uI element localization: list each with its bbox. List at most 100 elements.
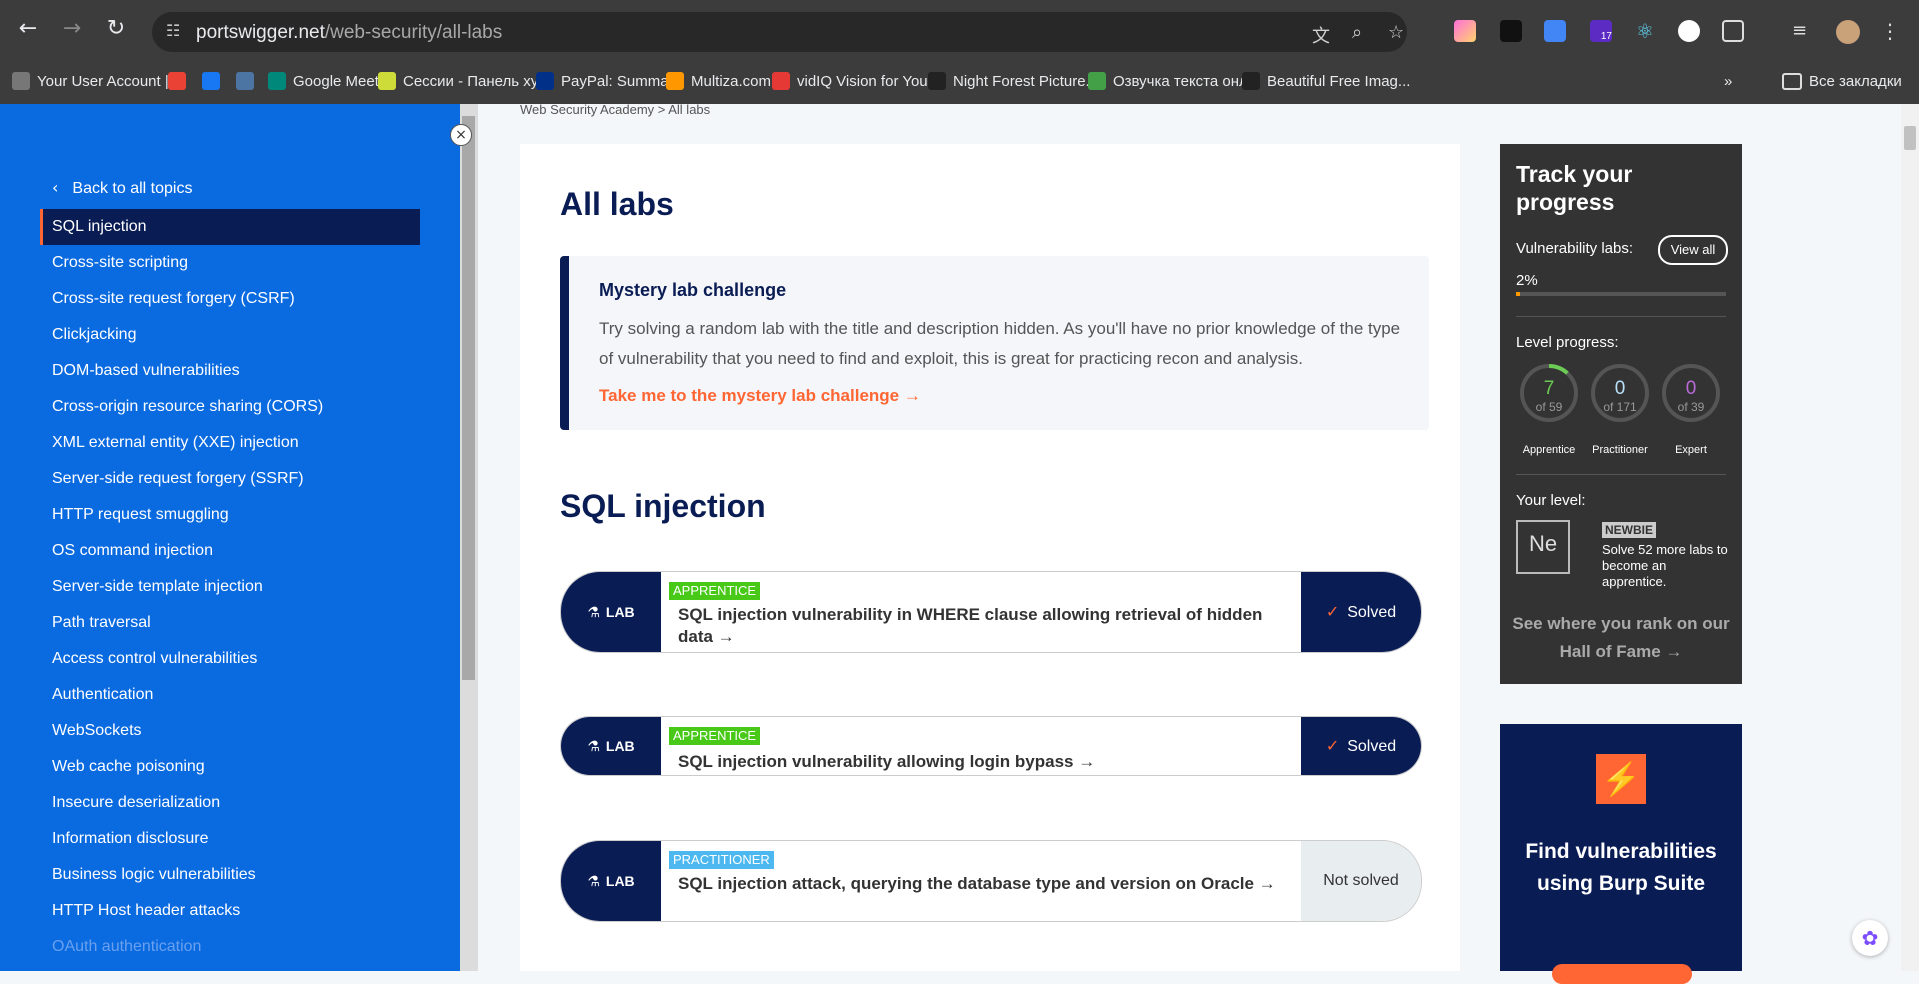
sidebar-topic-item[interactable]: Information disclosure <box>40 821 420 857</box>
close-sidebar-icon[interactable]: × <box>450 124 472 146</box>
sidebar-scrollbar-thumb[interactable] <box>462 116 475 680</box>
lab-tag-label: LAB <box>605 604 635 620</box>
back-icon[interactable]: ← <box>14 15 42 43</box>
lab-tag-label: LAB <box>605 873 635 889</box>
mystery-title: Mystery lab challenge <box>599 280 787 300</box>
level-done-count: 7 <box>1543 378 1555 399</box>
lab-row[interactable]: ⚗ LAB APPRENTICE SQL injection vulnerabilit… <box>560 571 1422 653</box>
bookmark-item[interactable]: PayPal: Summary <box>536 70 681 94</box>
level-name: Apprentice <box>1522 444 1576 456</box>
bookmark-star-icon[interactable]: ☆ <box>1388 22 1404 43</box>
bookmark-label: Google Meet <box>293 73 379 90</box>
lab-status: ✓ Solved <box>1301 717 1421 775</box>
bookmark-item[interactable]: Озвучка текста онл... <box>1088 70 1260 94</box>
sidebar-topic-item[interactable]: Cross-site request forgery (CSRF) <box>40 281 420 317</box>
flask-icon: ⚗ <box>587 605 600 621</box>
sidebar-topic-item[interactable]: Business logic vulnerabilities <box>40 857 420 893</box>
sidebar-topic-item[interactable]: Web cache poisoning <box>40 749 420 785</box>
page-scrollbar[interactable] <box>1901 104 1919 971</box>
google-translate-icon[interactable] <box>1544 20 1566 42</box>
bookmark-icon-only[interactable] <box>236 70 261 94</box>
bookmark-label: PayPal: Summary <box>561 73 682 90</box>
mystery-challenge-link[interactable]: Take me to the mystery lab challenge → <box>599 386 921 406</box>
breadcrumb[interactable]: Web Security Academy > All labs <box>520 102 710 117</box>
url-text[interactable]: portswigger.net/web-security/all-labs <box>196 22 502 44</box>
lab-title-link[interactable]: SQL injection attack, querying the datab… <box>678 873 1298 895</box>
sidebar-topic-item[interactable]: Server-side template injection <box>40 569 420 605</box>
browser-menu-icon[interactable]: ⋮ <box>1880 20 1902 42</box>
lab-row[interactable]: ⚗ LAB APPRENTICE SQL injection vulnerabilit… <box>560 716 1422 776</box>
bookmark-favicon-icon <box>928 72 946 90</box>
bookmark-item[interactable]: Multiza.com <box>666 70 771 94</box>
zoom-icon[interactable]: ⌕ <box>1352 22 1362 43</box>
forward-icon[interactable]: → <box>58 15 86 43</box>
hall-of-fame-link[interactable]: See where you rank on our Hall of Fame → <box>1500 610 1742 666</box>
extensions-puzzle-icon[interactable] <box>1722 20 1744 42</box>
mystery-description: Try solving a random lab with the title … <box>599 319 1401 368</box>
sidebar-topic-item[interactable]: Path traversal <box>40 605 420 641</box>
profile-avatar[interactable] <box>1836 20 1860 44</box>
lab-status: Not solved <box>1301 841 1421 921</box>
sidebar-topic-item[interactable]: Insecure deserialization <box>40 785 420 821</box>
view-all-button[interactable]: View all <box>1658 235 1728 265</box>
sidebar-topic-item[interactable]: Clickjacking <box>40 317 420 353</box>
site-info-icon[interactable]: ☷ <box>166 21 180 40</box>
bookmark-item[interactable]: Your User Account |... <box>12 70 181 94</box>
lab-level-badge: APPRENTICE <box>669 727 761 745</box>
sidebar-topic-item[interactable]: WebSockets <box>40 713 420 749</box>
reload-icon[interactable]: ↻ <box>102 15 130 43</box>
bookmark-label: vidIQ Vision for You... <box>797 73 941 90</box>
extension-badge: 17 <box>1600 31 1612 42</box>
url-path: /web-security/all-labs <box>324 22 503 43</box>
bookmark-item[interactable]: Night Forest Picture... <box>928 70 1098 94</box>
sidebar-topic-item[interactable]: Access control vulnerabilities <box>40 641 420 677</box>
address-bar[interactable]: ☷ portswigger.net/web-security/all-labs … <box>152 12 1407 52</box>
level-name: Expert <box>1675 444 1707 456</box>
bookmark-label: Your User Account |... <box>37 73 182 90</box>
sidebar-topic-item[interactable]: Cross-origin resource sharing (CORS) <box>40 389 420 425</box>
progress-bar <box>1516 292 1726 296</box>
lab-row[interactable]: ⚗ LAB PRACTITIONER SQL injection attack, qu… <box>560 840 1422 922</box>
bookmark-label: Beautiful Free Imag... <box>1267 73 1411 90</box>
bookmark-item[interactable]: Beautiful Free Imag... <box>1242 70 1410 94</box>
extension-icon-1[interactable] <box>1454 20 1476 42</box>
sidebar-topic-item[interactable]: Cross-site scripting <box>40 245 420 281</box>
bookmark-favicon-icon <box>236 72 254 90</box>
sidebar-topic-item[interactable]: HTTP Host header attacks <box>40 893 420 929</box>
bookmark-icon-only[interactable] <box>202 70 227 94</box>
bookmark-item[interactable]: Сессии - Панель ху... <box>378 70 549 94</box>
bookmark-label: Night Forest Picture... <box>953 73 1099 90</box>
promo-button[interactable] <box>1552 964 1692 984</box>
sidebar-topic-item[interactable]: SQL injection <box>40 209 420 245</box>
sidebar-topic-item[interactable]: Authentication <box>40 677 420 713</box>
bookmarks-overflow-icon[interactable]: » <box>1724 70 1732 94</box>
bookmark-item[interactable]: Google Meet <box>268 70 379 94</box>
sidebar-topic-item[interactable]: OAuth authentication <box>40 929 420 965</box>
media-control-icon[interactable]: ≡ <box>1792 20 1814 42</box>
extension-badge-icon[interactable]: 17 <box>1590 20 1612 42</box>
bookmark-favicon-icon <box>536 72 554 90</box>
bookmark-icon-only[interactable] <box>168 70 193 94</box>
sidebar-topic-item[interactable]: DOM-based vulnerabilities <box>40 353 420 389</box>
sidebar-topic-item[interactable]: Server-side request forgery (SSRF) <box>40 461 420 497</box>
assistant-floating-icon[interactable]: ✿ <box>1852 920 1888 956</box>
bookmark-favicon-icon <box>1242 72 1260 90</box>
sidebar-topic-item[interactable]: XML external entity (XXE) injection <box>40 425 420 461</box>
react-devtools-icon[interactable]: ⚛ <box>1634 20 1656 42</box>
page-scrollbar-thumb[interactable] <box>1904 126 1916 150</box>
bookmark-item[interactable]: vidIQ Vision for You... <box>772 70 940 94</box>
lab-tag: ⚗ LAB <box>561 717 661 775</box>
lab-title-link[interactable]: SQL injection vulnerability allowing log… <box>678 751 1298 773</box>
sidebar-topic-item[interactable]: OS command injection <box>40 533 420 569</box>
lab-status: ✓ Solved <box>1301 572 1421 652</box>
extension-icon-3[interactable] <box>1678 20 1700 42</box>
sidebar-topic-item[interactable]: HTTP request smuggling <box>40 497 420 533</box>
translate-icon[interactable]: 文 <box>1312 22 1330 48</box>
back-to-topics-link[interactable]: ‹ Back to all topics <box>52 178 192 198</box>
lab-status-label: Not solved <box>1323 872 1399 889</box>
lab-title-link[interactable]: SQL injection vulnerability in WHERE cla… <box>678 604 1298 648</box>
page-title: All labs <box>560 186 674 222</box>
level-done-count: 0 <box>1614 378 1626 399</box>
all-bookmarks-button[interactable]: Все закладки <box>1782 70 1902 94</box>
extension-icon-2[interactable] <box>1500 20 1522 42</box>
